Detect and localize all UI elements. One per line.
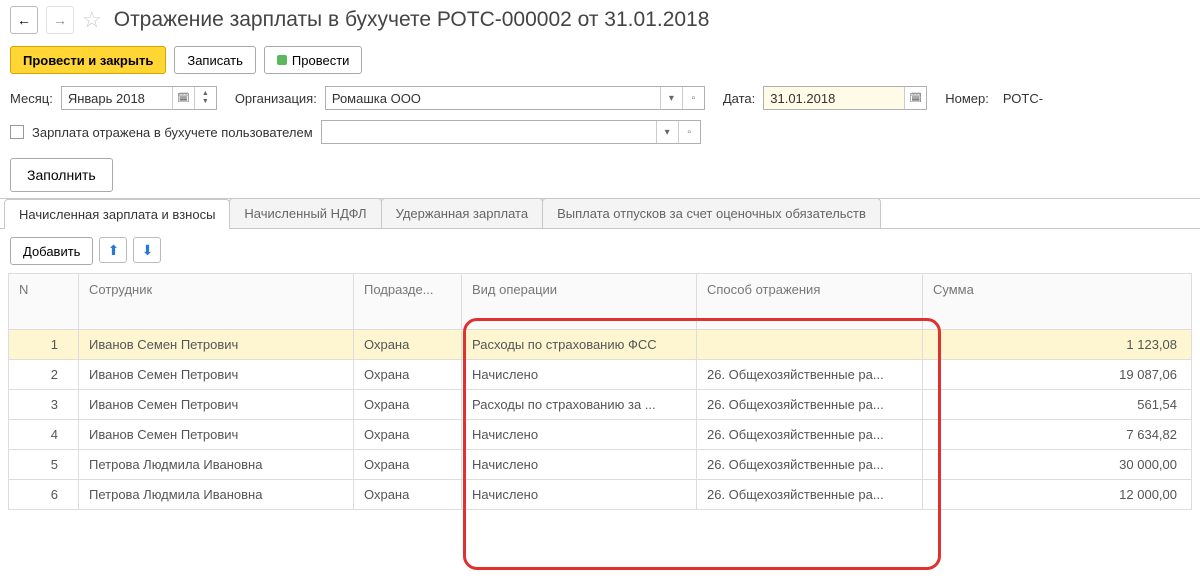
open-icon[interactable]: ▫: [682, 87, 704, 109]
post-button[interactable]: Провести: [264, 46, 363, 74]
cell-department[interactable]: Охрана: [354, 420, 462, 450]
cell-reflection[interactable]: 26. Общехозяйственные ра...: [697, 480, 923, 510]
post-icon: [277, 55, 287, 65]
cell-reflection[interactable]: [697, 330, 923, 360]
cell-n[interactable]: 6: [9, 480, 79, 510]
cell-amount[interactable]: 561,54: [923, 390, 1192, 420]
org-field[interactable]: Ромашка ООО ▾ ▫: [325, 86, 705, 110]
cell-operation[interactable]: Начислено: [462, 450, 697, 480]
table-row[interactable]: 6Петрова Людмила ИвановнаОхранаНачислено…: [9, 480, 1192, 510]
data-table: N Сотрудник Подразде... Вид операции Спо…: [8, 273, 1192, 510]
cell-operation[interactable]: Начислено: [462, 480, 697, 510]
number-label: Номер:: [945, 91, 989, 106]
cell-amount[interactable]: 7 634,82: [923, 420, 1192, 450]
date-calendar-icon[interactable]: 🗓: [904, 87, 926, 109]
tab-vacation-payments[interactable]: Выплата отпусков за счет оценочных обяза…: [542, 198, 881, 228]
table-row[interactable]: 3Иванов Семен ПетровичОхранаРасходы по с…: [9, 390, 1192, 420]
page-title: Отражение зарплаты в бухучете РОТС-00000…: [114, 8, 710, 32]
tabs: Начисленная зарплата и взносы Начисленны…: [0, 198, 1200, 229]
cell-amount[interactable]: 1 123,08: [923, 330, 1192, 360]
col-reflection[interactable]: Способ отражения: [697, 274, 923, 330]
save-button[interactable]: Записать: [174, 46, 256, 74]
forward-button[interactable]: →: [46, 6, 74, 34]
cell-department[interactable]: Охрана: [354, 330, 462, 360]
col-amount[interactable]: Сумма: [923, 274, 1192, 330]
cell-department[interactable]: Охрана: [354, 450, 462, 480]
user-open-icon[interactable]: ▫: [678, 121, 700, 143]
date-label: Дата:: [723, 91, 755, 106]
post-label: Провести: [292, 53, 350, 68]
user-field[interactable]: ▾ ▫: [321, 120, 701, 144]
col-n[interactable]: N: [9, 274, 79, 330]
date-value[interactable]: 31.01.2018: [764, 87, 904, 109]
post-and-close-button[interactable]: Провести и закрыть: [10, 46, 166, 74]
col-employee[interactable]: Сотрудник: [79, 274, 354, 330]
user-dropdown-icon[interactable]: ▾: [656, 121, 678, 143]
cell-n[interactable]: 2: [9, 360, 79, 390]
cell-amount[interactable]: 19 087,06: [923, 360, 1192, 390]
month-label: Месяц:: [10, 91, 53, 106]
back-button[interactable]: ←: [10, 6, 38, 34]
cell-employee[interactable]: Иванов Семен Петрович: [79, 420, 354, 450]
date-field[interactable]: 31.01.2018 🗓: [763, 86, 927, 110]
cell-employee[interactable]: Петрова Людмила Ивановна: [79, 480, 354, 510]
cell-reflection[interactable]: 26. Общехозяйственные ра...: [697, 390, 923, 420]
tab-accrued-salary[interactable]: Начисленная зарплата и взносы: [4, 199, 230, 229]
cell-n[interactable]: 3: [9, 390, 79, 420]
cell-reflection[interactable]: 26. Общехозяйственные ра...: [697, 420, 923, 450]
cell-department[interactable]: Охрана: [354, 360, 462, 390]
reflected-checkbox[interactable]: [10, 125, 24, 139]
tab-accrued-ndfl[interactable]: Начисленный НДФЛ: [229, 198, 381, 228]
reflected-label: Зарплата отражена в бухучете пользовател…: [32, 125, 313, 140]
cell-department[interactable]: Охрана: [354, 390, 462, 420]
tab-withheld-salary[interactable]: Удержанная зарплата: [381, 198, 543, 228]
dropdown-icon[interactable]: ▾: [660, 87, 682, 109]
table-row[interactable]: 2Иванов Семен ПетровичОхранаНачислено26.…: [9, 360, 1192, 390]
favorite-icon[interactable]: ☆: [82, 7, 102, 33]
table-row[interactable]: 5Петрова Людмила ИвановнаОхранаНачислено…: [9, 450, 1192, 480]
col-department[interactable]: Подразде...: [354, 274, 462, 330]
spin-icon[interactable]: ▲▼: [194, 87, 216, 109]
user-value[interactable]: [322, 121, 656, 143]
col-operation[interactable]: Вид операции: [462, 274, 697, 330]
cell-employee[interactable]: Иванов Семен Петрович: [79, 390, 354, 420]
cell-n[interactable]: 5: [9, 450, 79, 480]
month-value[interactable]: Январь 2018: [62, 87, 172, 109]
cell-department[interactable]: Охрана: [354, 480, 462, 510]
move-down-button[interactable]: ⬇: [133, 237, 161, 263]
table-row[interactable]: 4Иванов Семен ПетровичОхранаНачислено26.…: [9, 420, 1192, 450]
number-value: РОТС-: [997, 86, 1049, 110]
cell-reflection[interactable]: 26. Общехозяйственные ра...: [697, 360, 923, 390]
cell-reflection[interactable]: 26. Общехозяйственные ра...: [697, 450, 923, 480]
cell-n[interactable]: 1: [9, 330, 79, 360]
cell-amount[interactable]: 12 000,00: [923, 480, 1192, 510]
cell-employee[interactable]: Иванов Семен Петрович: [79, 360, 354, 390]
cell-operation[interactable]: Начислено: [462, 420, 697, 450]
org-label: Организация:: [235, 91, 317, 106]
cell-operation[interactable]: Расходы по страхованию ФСС: [462, 330, 697, 360]
calendar-icon[interactable]: 🗓: [172, 87, 194, 109]
cell-employee[interactable]: Петрова Людмила Ивановна: [79, 450, 354, 480]
table-row[interactable]: 1Иванов Семен ПетровичОхранаРасходы по с…: [9, 330, 1192, 360]
month-field[interactable]: Январь 2018 🗓 ▲▼: [61, 86, 217, 110]
fill-button[interactable]: Заполнить: [10, 158, 113, 192]
add-button[interactable]: Добавить: [10, 237, 93, 265]
cell-n[interactable]: 4: [9, 420, 79, 450]
cell-amount[interactable]: 30 000,00: [923, 450, 1192, 480]
move-up-button[interactable]: ⬆: [99, 237, 127, 263]
cell-operation[interactable]: Начислено: [462, 360, 697, 390]
org-value[interactable]: Ромашка ООО: [326, 87, 660, 109]
cell-employee[interactable]: Иванов Семен Петрович: [79, 330, 354, 360]
cell-operation[interactable]: Расходы по страхованию за ...: [462, 390, 697, 420]
